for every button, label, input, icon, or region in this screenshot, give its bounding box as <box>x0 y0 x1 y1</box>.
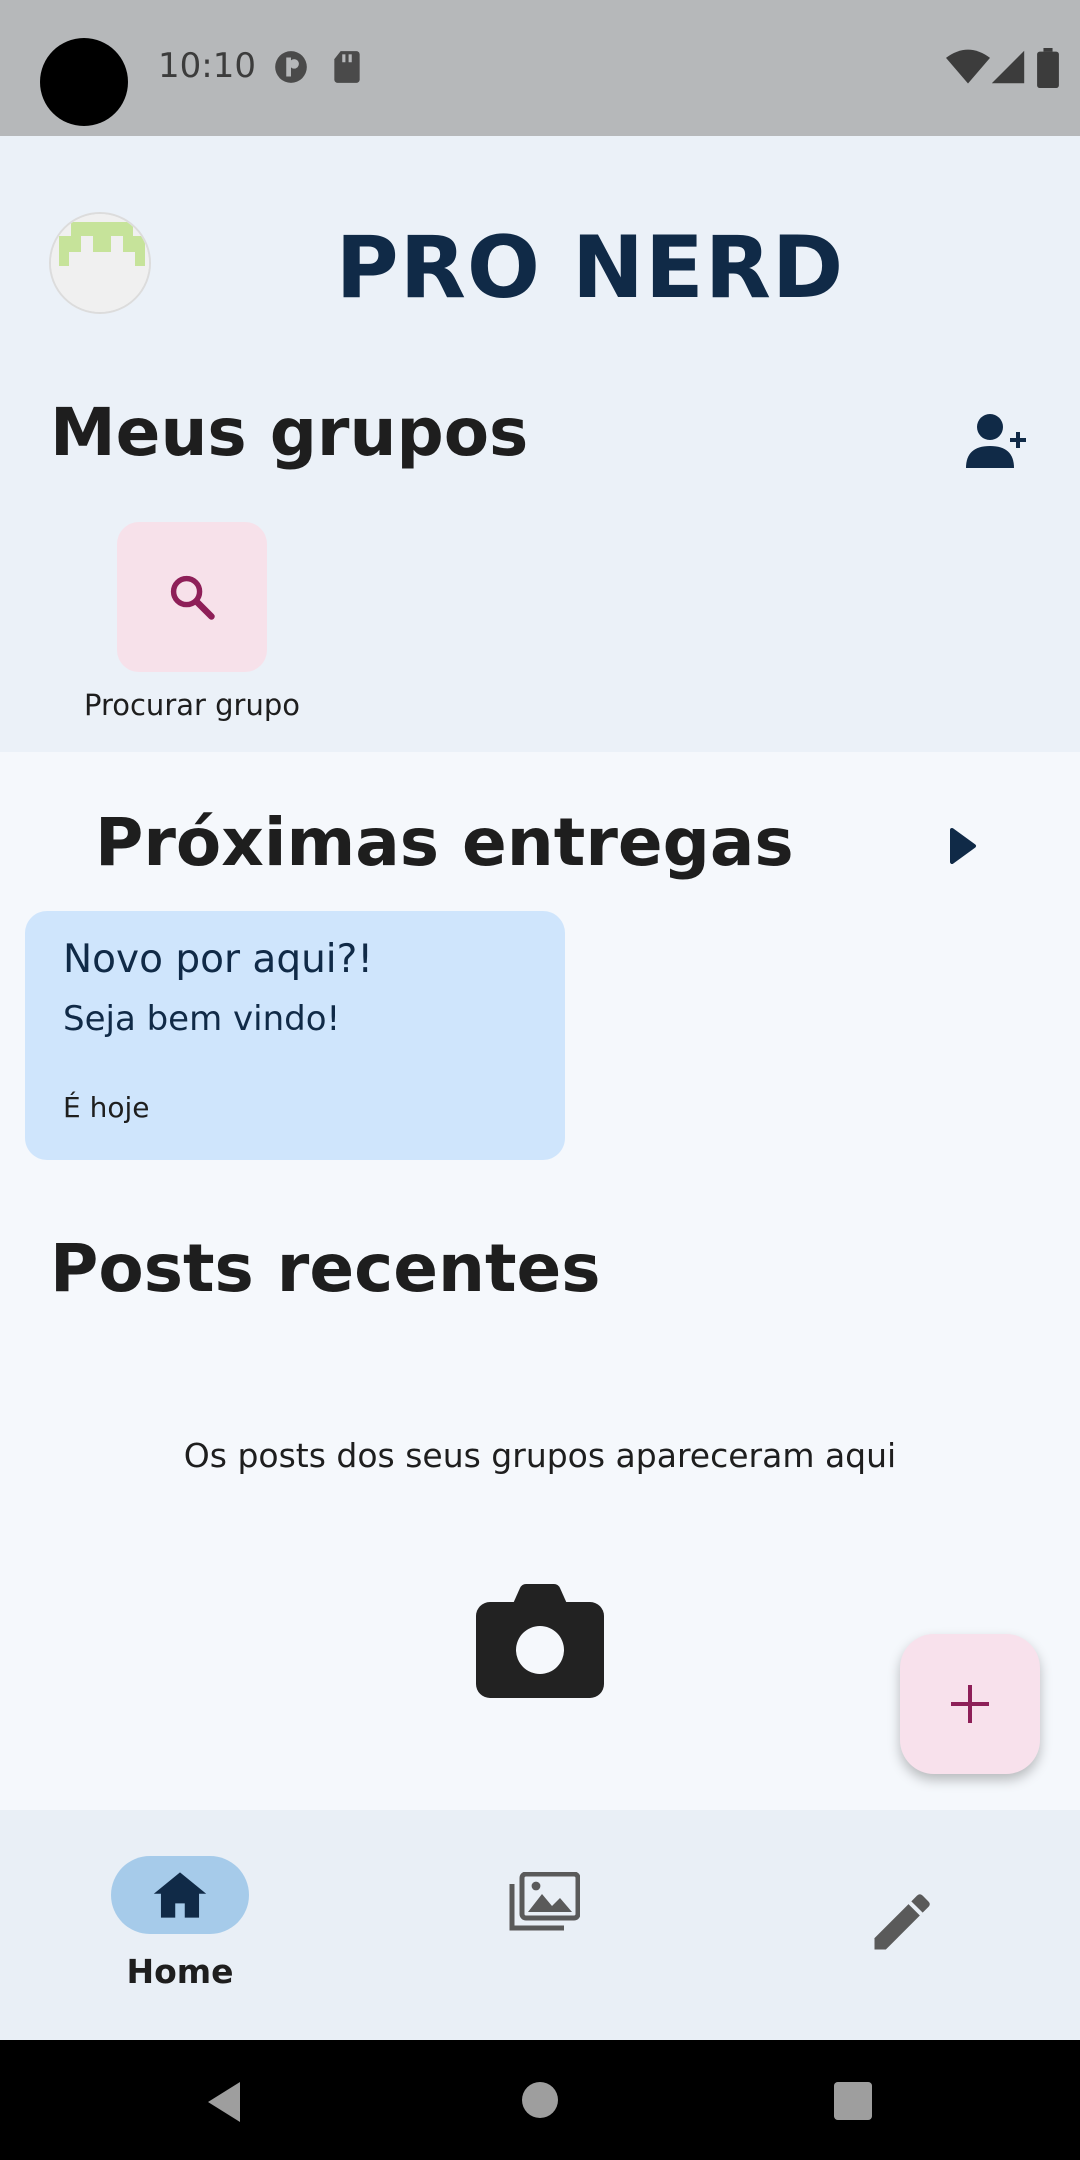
search-group-label: Procurar grupo <box>83 688 301 722</box>
back-icon[interactable] <box>204 2080 244 2124</box>
camera-cutout <box>40 38 128 126</box>
posts-empty-message: Os posts dos seus grupos apareceram aqui <box>183 1436 897 1475</box>
wifi-icon <box>946 49 990 84</box>
status-app-icon <box>275 51 307 83</box>
camera-icon <box>476 1584 604 1698</box>
add-person-button[interactable] <box>966 412 1032 472</box>
my-groups-title: Meus grupos <box>50 394 529 471</box>
posts-title: Posts recentes <box>50 1230 601 1307</box>
home-icon <box>153 1872 207 1918</box>
system-nav-bar <box>0 2040 1080 2160</box>
nav-item-home[interactable]: Home <box>0 1810 360 2040</box>
add-post-fab[interactable] <box>900 1634 1040 1774</box>
delivery-card-subtitle: Seja bem vindo! <box>63 999 341 1039</box>
status-time: 10:10 <box>158 46 256 86</box>
battery-icon <box>1037 48 1059 88</box>
app-title: PRO NERD <box>335 218 845 318</box>
delivery-card[interactable]: Novo por aqui?! Seja bem vindo! É hoje <box>25 911 565 1160</box>
pencil-icon <box>874 1894 930 1950</box>
nav-home-indicator <box>111 1856 249 1934</box>
recents-icon[interactable] <box>834 2082 872 2120</box>
deliveries-more-button[interactable] <box>946 828 978 864</box>
top-section: PRO NERD Meus grupos Procurar grupo <box>0 136 1080 752</box>
chevron-right-icon <box>950 828 976 864</box>
person-add-icon <box>966 414 1026 468</box>
nav-item-edit[interactable] <box>720 1810 1080 2040</box>
nav-home-label: Home <box>126 1952 234 1991</box>
status-bar: 10:10 <box>0 0 1080 136</box>
plus-icon <box>951 1685 989 1723</box>
bottom-nav: Home <box>0 1810 1080 2040</box>
home-circle-icon[interactable] <box>522 2082 558 2118</box>
gallery-icon <box>509 1872 580 1931</box>
search-group-button[interactable] <box>117 522 267 672</box>
nav-item-gallery[interactable] <box>360 1810 720 2040</box>
search-icon <box>170 575 215 620</box>
delivery-card-title: Novo por aqui?! <box>63 937 373 982</box>
sd-card-icon <box>334 51 360 83</box>
deliveries-title: Próximas entregas <box>95 804 794 881</box>
signal-icon <box>991 50 1025 84</box>
delivery-card-date: É hoje <box>63 1091 150 1124</box>
